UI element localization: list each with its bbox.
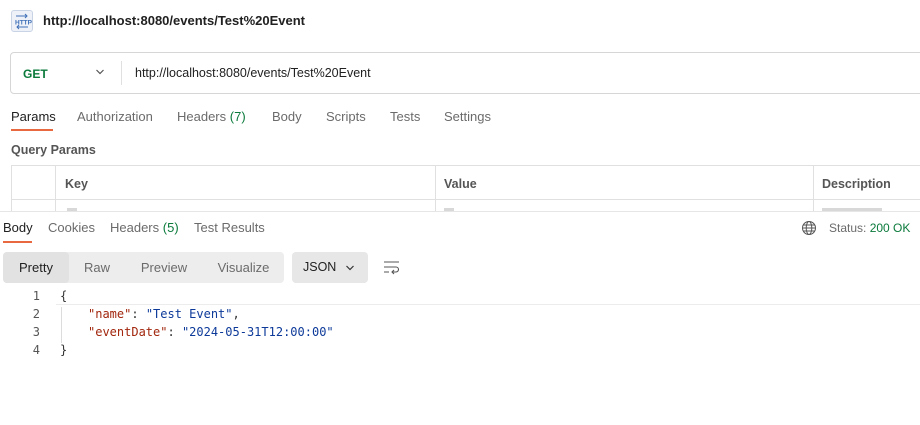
tab-scripts[interactable]: Scripts <box>326 109 366 124</box>
tab-params[interactable]: Params <box>11 109 56 124</box>
code-line: 1 { <box>0 289 920 307</box>
active-response-tab-indicator <box>3 241 32 243</box>
column-header-description: Description <box>822 177 891 191</box>
tab-label: Settings <box>444 109 491 124</box>
json-string: "Test Event" <box>145 307 233 321</box>
json-key: "name" <box>88 307 132 321</box>
tab-headers[interactable]: Headers (7) <box>177 109 246 124</box>
code-text: { <box>60 289 68 303</box>
http-file-icon: HTTP <box>11 10 33 32</box>
qp-key-column: Key <box>56 166 436 212</box>
tab-label: Authorization <box>77 109 153 124</box>
json-colon: : <box>131 307 146 321</box>
table-divider <box>12 199 920 200</box>
active-tab-indicator <box>11 129 53 131</box>
response-tab-test-results[interactable]: Test Results <box>194 220 265 235</box>
url-bar: GET http://localhost:8080/events/Test%20… <box>10 52 920 94</box>
tab-count: (5) <box>162 220 179 235</box>
column-header-value: Value <box>444 177 477 191</box>
tab-count: (7) <box>229 109 246 124</box>
tab-label: Headers <box>110 220 160 235</box>
view-raw-button[interactable]: Raw <box>69 252 125 283</box>
tab-label: Headers <box>177 109 227 124</box>
response-panel: Body Cookies Headers (5) Test Results St… <box>0 211 920 425</box>
globe-icon[interactable] <box>801 220 817 236</box>
tab-label: Params <box>11 109 56 124</box>
request-title[interactable]: http://localhost:8080/events/Test%20Even… <box>43 13 305 28</box>
code-text: "eventDate": "2024-05-31T12:00:00" <box>88 325 334 339</box>
response-tab-body[interactable]: Body <box>3 220 33 235</box>
svg-text:HTTP: HTTP <box>15 20 32 27</box>
json-key: "eventDate" <box>88 325 168 339</box>
code-line: 3 "eventDate": "2024-05-31T12:00:00" <box>0 325 920 343</box>
view-pretty-button[interactable]: Pretty <box>3 252 69 283</box>
tab-label: Body <box>3 220 33 235</box>
column-header-key: Key <box>65 177 88 191</box>
query-params-title: Query Params <box>11 143 96 157</box>
query-params-table: Key Value Description <box>11 165 920 212</box>
json-colon: : <box>167 325 182 339</box>
method-label: GET <box>23 67 48 81</box>
format-label: JSON <box>303 260 337 274</box>
chevron-down-icon <box>96 69 104 75</box>
qp-value-column: Value <box>436 166 814 212</box>
line-number: 1 <box>32 289 40 303</box>
method-select[interactable]: GET <box>11 53 122 93</box>
response-tab-headers[interactable]: Headers (5) <box>110 220 179 235</box>
view-preview-button[interactable]: Preview <box>125 252 203 283</box>
tab-label: Tests <box>390 109 421 124</box>
tab-settings[interactable]: Settings <box>444 109 491 124</box>
tab-label: Cookies <box>48 220 95 235</box>
line-number: 3 <box>32 325 40 339</box>
view-visualize-button[interactable]: Visualize <box>203 252 284 283</box>
method-divider <box>121 61 122 85</box>
tab-tests[interactable]: Tests <box>390 109 420 124</box>
tab-body[interactable]: Body <box>272 109 302 124</box>
line-number: 4 <box>32 343 40 357</box>
tab-label: Test Results <box>194 220 265 235</box>
line-number: 2 <box>32 307 40 321</box>
code-line: 2 "name": "Test Event", <box>0 307 920 325</box>
code-text: "name": "Test Event", <box>88 307 240 321</box>
tab-label: Scripts <box>326 109 366 124</box>
format-select[interactable]: JSON <box>292 252 368 283</box>
request-tabs: Params Authorization Headers (7) Body Sc… <box>0 100 920 132</box>
chevron-down-icon <box>346 265 354 271</box>
status-value: 200 OK <box>869 221 911 235</box>
status-label: Status: <box>829 221 867 235</box>
response-view-toggle: Pretty Raw Preview Visualize <box>3 252 284 283</box>
json-string: "2024-05-31T12:00:00" <box>181 325 334 339</box>
request-titlebar: HTTP http://localhost:8080/events/Test%2… <box>0 0 920 42</box>
wrap-lines-icon[interactable] <box>383 259 401 275</box>
response-tab-cookies[interactable]: Cookies <box>48 220 95 235</box>
code-line: 4 } <box>0 343 920 361</box>
code-text: } <box>60 343 68 357</box>
response-status[interactable]: Status: 200 OK <box>829 221 910 235</box>
qp-description-column: Description <box>814 166 920 212</box>
qp-checkbox-column <box>12 166 56 212</box>
url-input[interactable]: http://localhost:8080/events/Test%20Even… <box>135 66 371 80</box>
json-comma: , <box>232 307 240 321</box>
tab-label: Body <box>272 109 302 124</box>
tab-authorization[interactable]: Authorization <box>77 109 153 124</box>
